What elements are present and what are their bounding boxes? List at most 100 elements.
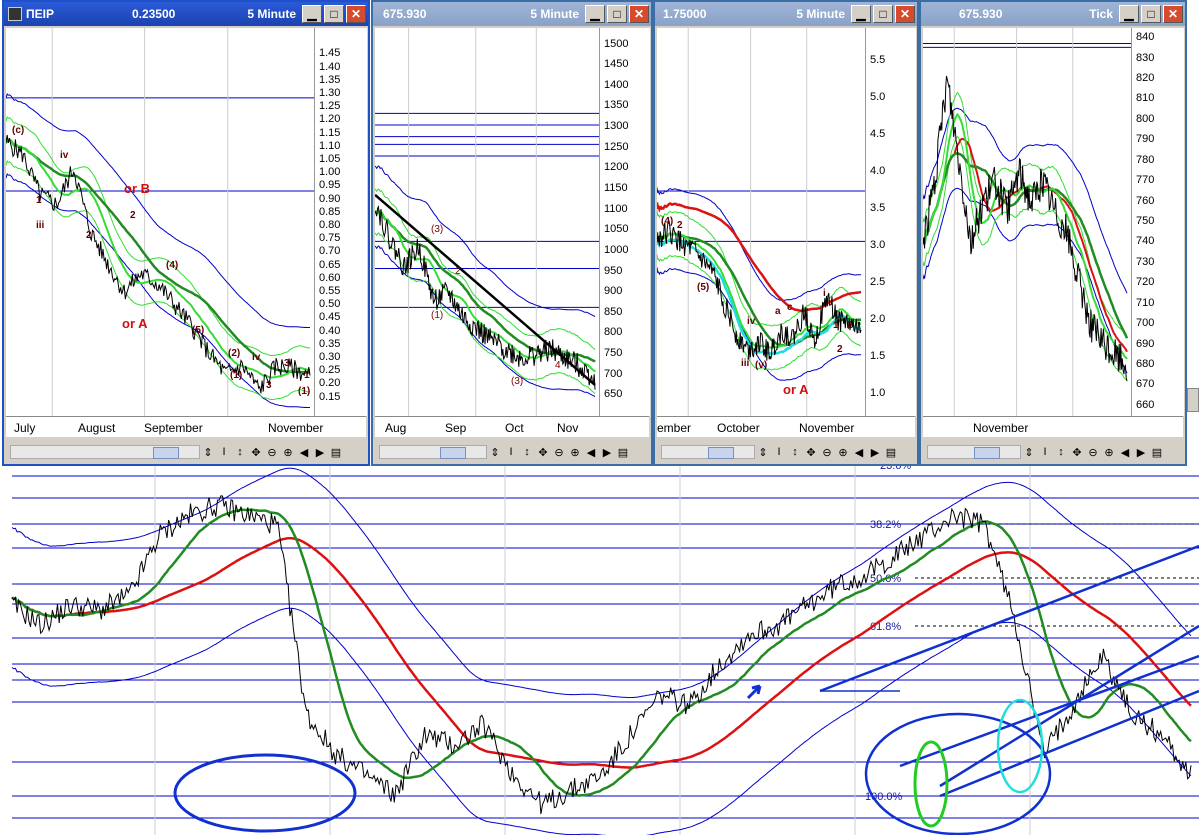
scroll-right-icon[interactable]: ▶ bbox=[599, 446, 615, 459]
scroll-left-icon[interactable]: ◀ bbox=[1117, 446, 1133, 459]
close-button[interactable]: ✕ bbox=[895, 5, 915, 23]
scale-tick-label: 1.40 bbox=[319, 60, 341, 73]
fit-tool-icon[interactable]: ⇕ bbox=[1021, 446, 1037, 459]
vertical-scale-icon[interactable]: ↕ bbox=[519, 446, 535, 458]
scale-tick-label: 700 bbox=[1136, 317, 1155, 330]
wave-label: or A bbox=[122, 316, 148, 331]
scroll-left-icon[interactable]: ◀ bbox=[851, 446, 867, 459]
window-titlebar[interactable]: 675.930 5 Minute ▁ □ ✕ bbox=[373, 2, 651, 26]
scale-tick-label: 950 bbox=[604, 264, 623, 277]
wave-label: (3) bbox=[511, 376, 523, 387]
zoom-in-icon[interactable]: ⊕ bbox=[567, 446, 583, 459]
scroll-right-icon[interactable]: ▶ bbox=[1133, 446, 1149, 459]
vertical-scale-icon[interactable]: ↕ bbox=[1053, 446, 1069, 458]
scale-tick-label: 850 bbox=[604, 305, 623, 318]
maximize-button[interactable]: □ bbox=[1141, 5, 1161, 23]
scale-tick-label: 1400 bbox=[604, 78, 629, 91]
cursor-tool-icon[interactable]: I bbox=[771, 446, 787, 458]
scroll-left-icon[interactable]: ◀ bbox=[296, 446, 312, 459]
scroll-thumb[interactable] bbox=[440, 447, 466, 459]
chart-window-4[interactable]: 675.930 Tick ▁ □ ✕ 840 830 820 810 800 790 780… bbox=[919, 0, 1187, 466]
cursor-tool-icon[interactable]: I bbox=[503, 446, 519, 458]
price-scale[interactable]: 1.45 1.40 1.35 1.30 1.25 1.20 1.15 1.10 1.05 1.00… bbox=[314, 28, 367, 416]
window-interval: 5 Minute bbox=[530, 7, 579, 21]
cursor-tool-icon[interactable]: I bbox=[1037, 446, 1053, 458]
close-button[interactable]: ✕ bbox=[1163, 5, 1183, 23]
zoom-in-icon[interactable]: ⊕ bbox=[280, 446, 296, 459]
window-titlebar[interactable]: 1.75000 5 Minute ▁ □ ✕ bbox=[655, 2, 917, 26]
minimize-button[interactable]: ▁ bbox=[585, 5, 605, 23]
wave-label: iii bbox=[36, 220, 45, 231]
price-plot[interactable]: (4) 2 (5) iv a c i 2 iii (v) or A12 bbox=[657, 28, 865, 416]
fit-tool-icon[interactable]: ⇕ bbox=[200, 446, 216, 459]
zoom-out-icon[interactable]: ⊖ bbox=[819, 446, 835, 459]
pan-icon[interactable]: ✥ bbox=[248, 446, 264, 459]
price-scale[interactable]: 5.5 5.0 4.5 4.0 3.5 3.0 2.5 2.0 1.5 1.0 bbox=[865, 28, 916, 416]
wave-label: (2) bbox=[228, 348, 240, 359]
price-scale[interactable]: 1500 1450 1400 1350 1300 1250 1200 1150 1100 1050… bbox=[599, 28, 650, 416]
maximize-button[interactable]: □ bbox=[873, 5, 893, 23]
close-button[interactable]: ✕ bbox=[346, 5, 366, 23]
fit-tool-icon[interactable]: ⇕ bbox=[755, 446, 771, 459]
price-scale[interactable]: 840 830 820 810 800 790 780 770 760 750 740 730 720 7… bbox=[1131, 28, 1184, 416]
date-axis: July August September November bbox=[6, 416, 366, 437]
chart-window-3[interactable]: 1.75000 5 Minute ▁ □ ✕ (4) 2 (5) iv a c i 2 iii (… bbox=[653, 0, 919, 466]
panel-icon[interactable]: ▤ bbox=[883, 446, 899, 459]
vertical-scale-icon[interactable]: ↕ bbox=[232, 446, 248, 458]
price-line bbox=[375, 204, 596, 390]
main-chart[interactable]: 23.6% 38.2% 50.0% 61.8% 100.0% bbox=[0, 460, 1199, 838]
scale-tick-label: 1.15 bbox=[319, 126, 341, 139]
scroll-thumb[interactable] bbox=[974, 447, 1000, 459]
fit-tool-icon[interactable]: ⇕ bbox=[487, 446, 503, 459]
window-price: 675.930 bbox=[383, 7, 427, 21]
scroll-right-icon[interactable]: ▶ bbox=[867, 446, 883, 459]
horizontal-scrollbar[interactable] bbox=[379, 445, 487, 459]
chart-window-2[interactable]: 675.930 5 Minute ▁ □ ✕ (3) 2 (1) (3) 4 1500 1… bbox=[371, 0, 653, 466]
scale-tick-label: 1.45 bbox=[319, 47, 341, 60]
vertical-scrollbar-stub[interactable] bbox=[1187, 388, 1199, 412]
window-titlebar[interactable]: 675.930 Tick ▁ □ ✕ bbox=[921, 2, 1185, 26]
horizontal-scrollbar[interactable] bbox=[10, 445, 200, 459]
panel-icon[interactable]: ▤ bbox=[1149, 446, 1165, 459]
scroll-thumb[interactable] bbox=[708, 447, 734, 459]
scale-tick-label: 690 bbox=[1136, 337, 1155, 350]
panel-icon[interactable]: ▤ bbox=[615, 446, 631, 459]
price-plot[interactable] bbox=[923, 28, 1131, 416]
maximize-button[interactable]: □ bbox=[607, 5, 627, 23]
price-plot[interactable]: (c) iv or B or A 1 2 iii (4) (5) (1) (2) iv 3 1 (1) 2 3 bbox=[6, 28, 314, 416]
wave-label: a bbox=[775, 306, 781, 317]
scale-tick-label: 1100 bbox=[604, 202, 628, 215]
wave-label: (4) bbox=[661, 216, 673, 227]
horizontal-scrollbar[interactable] bbox=[927, 445, 1021, 459]
zoom-out-icon[interactable]: ⊖ bbox=[1085, 446, 1101, 459]
zoom-in-icon[interactable]: ⊕ bbox=[835, 446, 851, 459]
scale-tick-label: 0.95 bbox=[319, 179, 341, 192]
panel-icon[interactable]: ▤ bbox=[328, 446, 344, 459]
zoom-out-icon[interactable]: ⊖ bbox=[551, 446, 567, 459]
pan-icon[interactable]: ✥ bbox=[803, 446, 819, 459]
price-line bbox=[923, 75, 1128, 382]
zoom-out-icon[interactable]: ⊖ bbox=[264, 446, 280, 459]
window-titlebar[interactable]: ПЕІР 0.23500 5 Minute ▁ □ ✕ bbox=[4, 2, 368, 26]
scale-tick-label: 0.85 bbox=[319, 205, 341, 218]
chart-toolbar: ⇕ I ↕ ✥ ⊖ ⊕ ◀ ▶ ▤ bbox=[657, 442, 915, 462]
scroll-thumb[interactable] bbox=[153, 447, 179, 459]
upper-inner-band-line bbox=[6, 115, 311, 356]
scale-tick-label: 740 bbox=[1136, 235, 1155, 248]
date-label: September bbox=[144, 421, 203, 435]
horizontal-scrollbar[interactable] bbox=[661, 445, 755, 459]
pan-icon[interactable]: ✥ bbox=[535, 446, 551, 459]
scroll-left-icon[interactable]: ◀ bbox=[583, 446, 599, 459]
minimize-button[interactable]: ▁ bbox=[851, 5, 871, 23]
price-plot[interactable]: (3) 2 (1) (3) 4 bbox=[375, 28, 599, 416]
vertical-scale-icon[interactable]: ↕ bbox=[787, 446, 803, 458]
close-button[interactable]: ✕ bbox=[629, 5, 649, 23]
scroll-right-icon[interactable]: ▶ bbox=[312, 446, 328, 459]
minimize-button[interactable]: ▁ bbox=[302, 5, 322, 23]
minimize-button[interactable]: ▁ bbox=[1119, 5, 1139, 23]
cursor-tool-icon[interactable]: I bbox=[216, 446, 232, 458]
chart-window-1[interactable]: ПЕІР 0.23500 5 Minute ▁ □ ✕ (c) iv or B or … bbox=[2, 0, 370, 466]
zoom-in-icon[interactable]: ⊕ bbox=[1101, 446, 1117, 459]
pan-icon[interactable]: ✥ bbox=[1069, 446, 1085, 459]
maximize-button[interactable]: □ bbox=[324, 5, 344, 23]
